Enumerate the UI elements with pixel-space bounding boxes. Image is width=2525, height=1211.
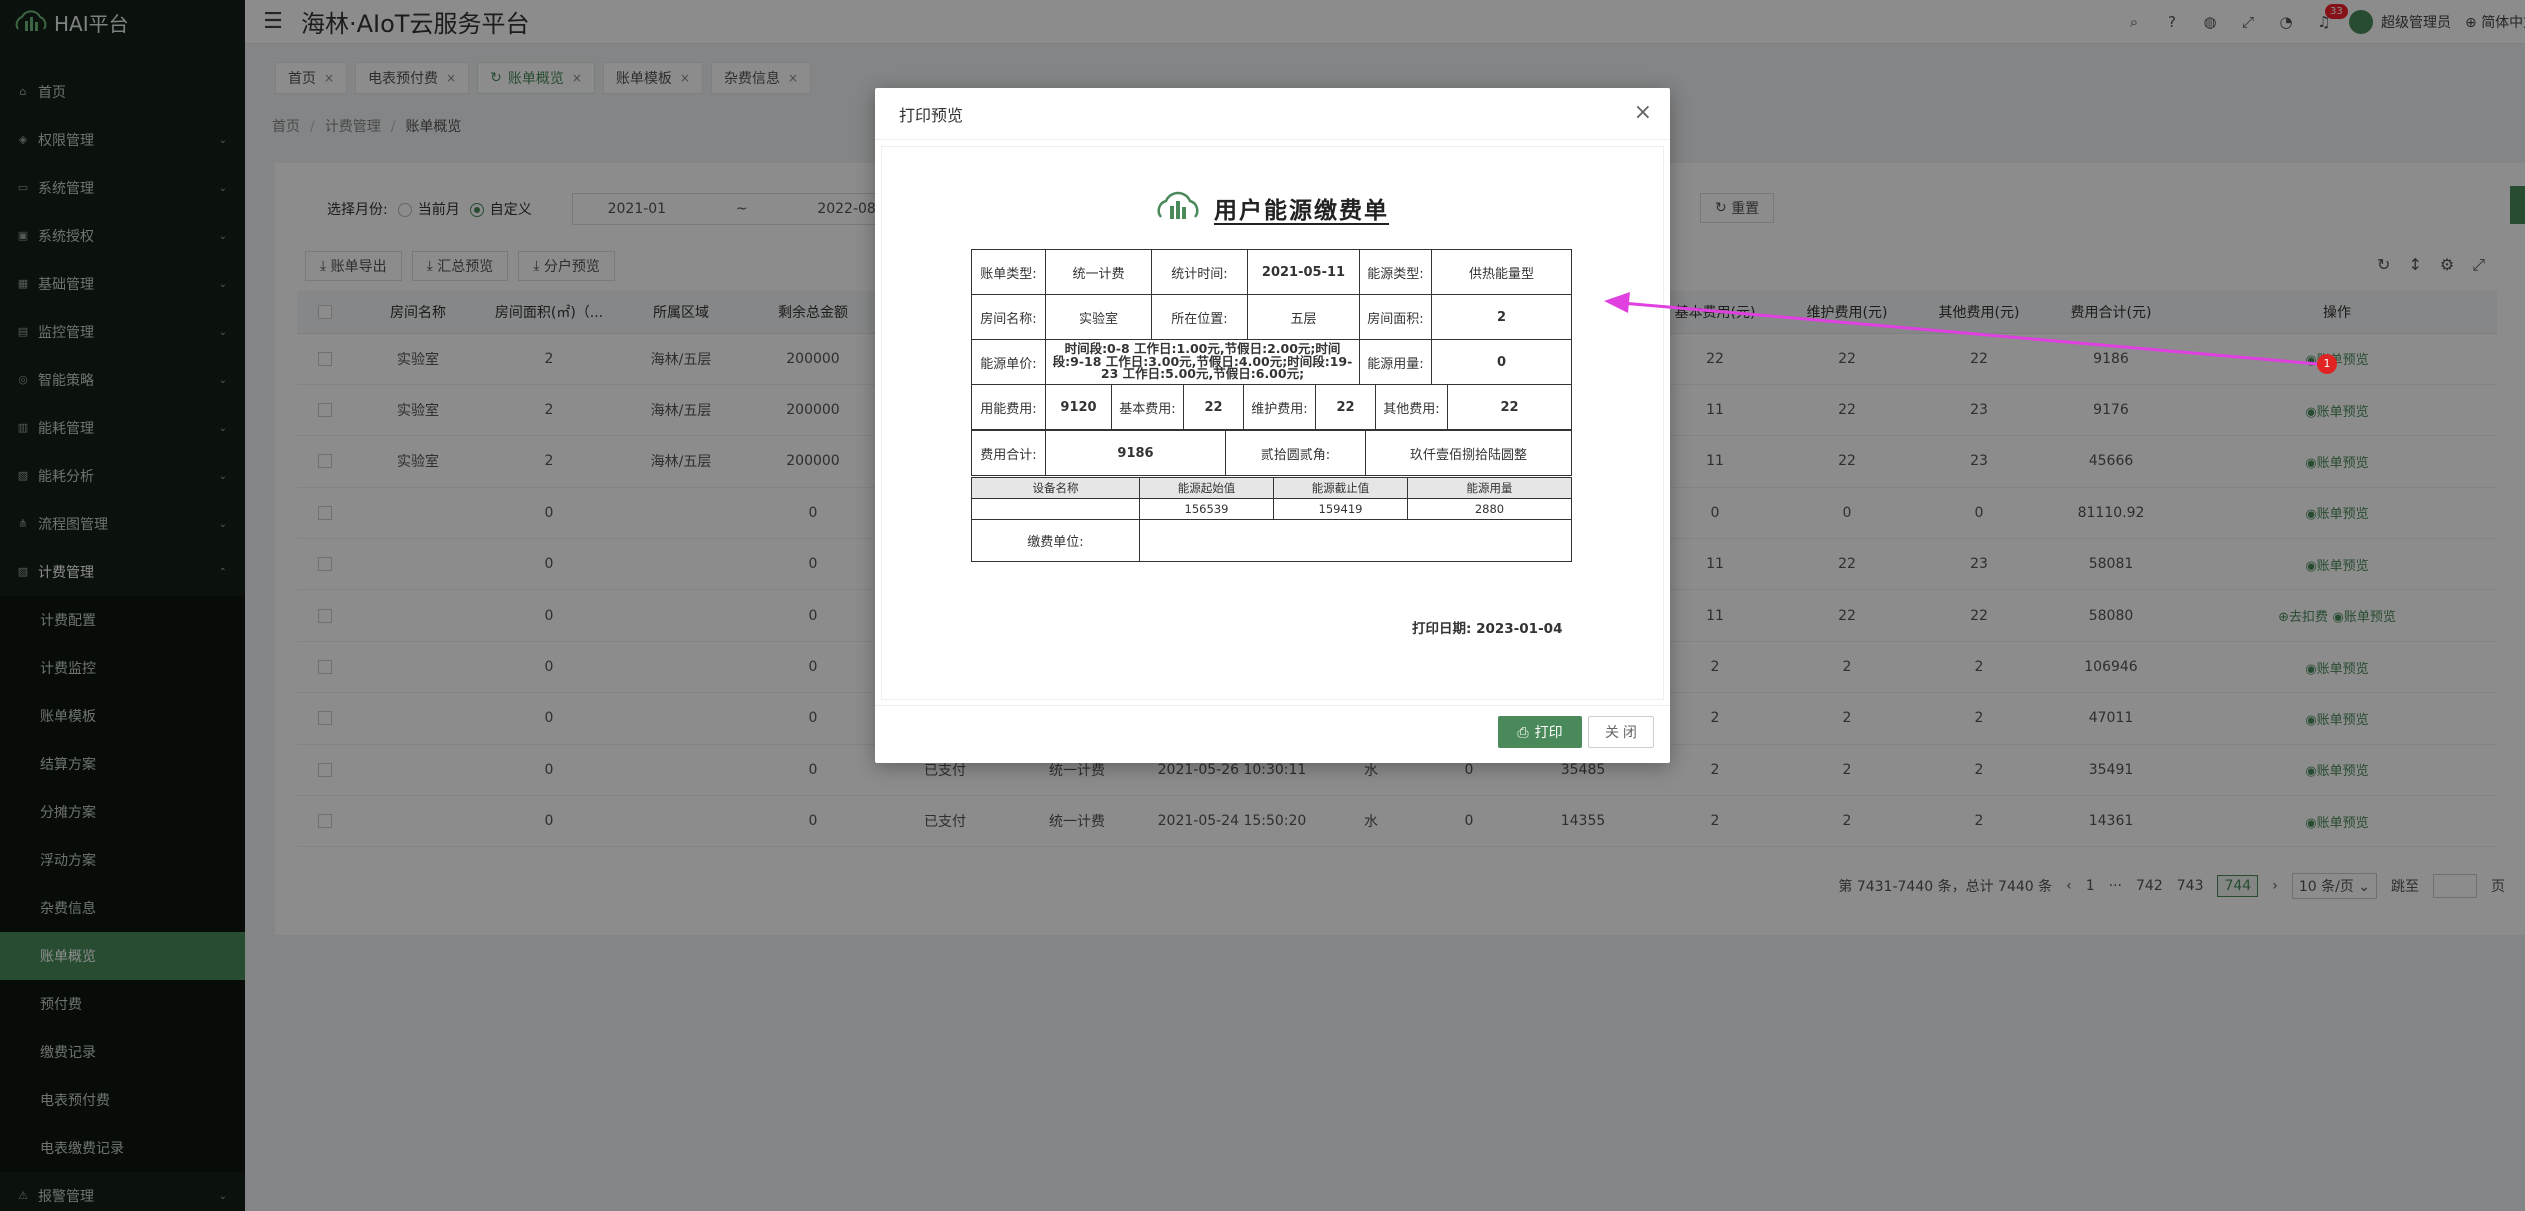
energy-type-value: 供热能量型 — [1431, 249, 1572, 295]
other-fee-value: 22 — [1447, 384, 1572, 430]
pay-unit-table: 缴费单位: — [971, 519, 1572, 562]
print-button[interactable]: ⎙ 打印 — [1498, 716, 1582, 748]
energy-fee-value: 9120 — [1045, 384, 1112, 430]
unit-price-value: 时间段:0-8 工作日:1.00元,节假日:2.00元;时间段:9-18 工作日… — [1045, 339, 1360, 385]
device-name-value — [971, 498, 1140, 520]
print-preview-dialog: 打印预览 × 用户能源缴费单 账单类型: 统一计费 统计时间: 2021-05-… — [875, 88, 1670, 763]
bill-type-value: 统一计费 — [1045, 249, 1152, 295]
dialog-title: 打印预览 — [875, 88, 1670, 140]
total-in-words-value: 玖仟壹佰捌拾陆圆整 — [1365, 430, 1572, 476]
room-area-value: 2 — [1431, 294, 1572, 340]
maint-fee-value: 22 — [1315, 384, 1376, 430]
end-value: 159419 — [1273, 498, 1408, 520]
close-button[interactable]: 关 闭 — [1588, 716, 1654, 748]
total-value: 9186 — [1045, 430, 1226, 476]
pay-unit-value — [1139, 519, 1572, 562]
bill-total-table: 费用合计: 9186 贰拾圆贰角: 玖仟壹佰捌拾陆圆整 — [971, 430, 1572, 476]
energy-usage-value: 0 — [1431, 339, 1572, 385]
printer-icon: ⎙ — [1517, 723, 1529, 740]
dialog-footer: ⎙ 打印 关 闭 — [875, 705, 1670, 763]
stat-time-value: 2021-05-11 — [1247, 249, 1360, 295]
bill-header: 用户能源缴费单 — [882, 191, 1663, 225]
company-logo-icon — [1157, 191, 1199, 219]
room-name-value: 实验室 — [1045, 294, 1152, 340]
bill-preview: 用户能源缴费单 账单类型: 统一计费 统计时间: 2021-05-11 能源类型… — [881, 146, 1664, 700]
bill-fee-table: 用能费用: 9120 基本费用: 22 维护费用: 22 其他费用: 22 — [971, 384, 1572, 430]
print-date: 打印日期: 2023-01-04 — [1412, 621, 1563, 637]
bill-title: 用户能源缴费单 — [1214, 198, 1389, 224]
meter-table: 设备名称 能源起始值 能源截止值 能源用量 156539 159419 2880 — [971, 477, 1572, 520]
annotation-marker: 1 — [2317, 354, 2337, 374]
bill-info-table: 账单类型: 统一计费 统计时间: 2021-05-11 能源类型: 供热能量型 … — [971, 249, 1572, 385]
amount-value: 2880 — [1407, 498, 1572, 520]
start-value: 156539 — [1139, 498, 1274, 520]
base-fee-value: 22 — [1183, 384, 1244, 430]
close-icon[interactable]: × — [1634, 100, 1652, 125]
location-value: 五层 — [1247, 294, 1360, 340]
